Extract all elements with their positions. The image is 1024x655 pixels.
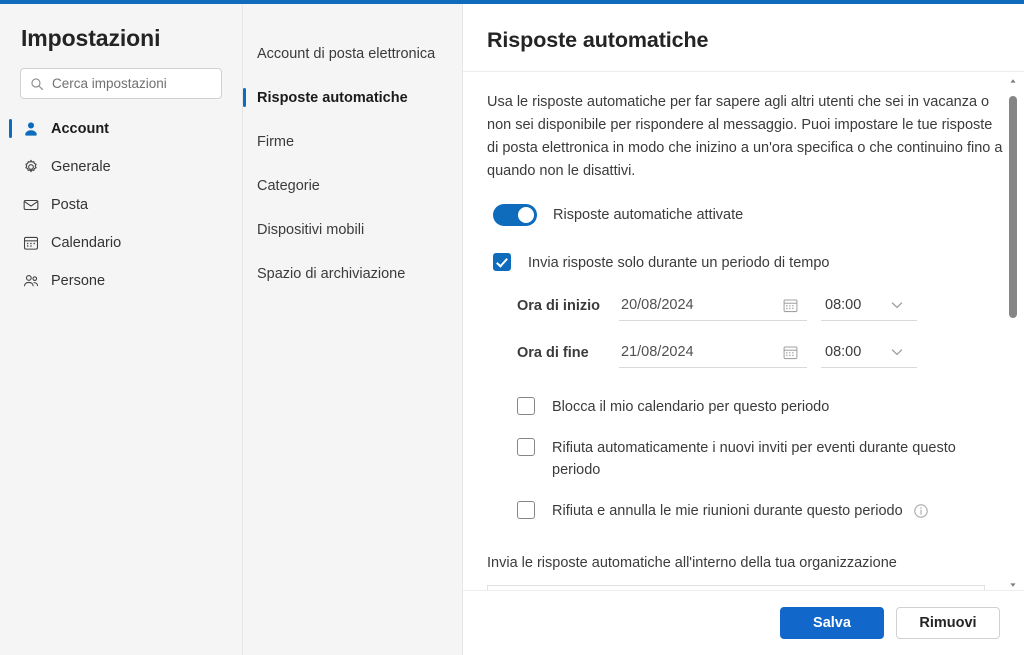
main-title: Risposte automatiche bbox=[487, 28, 709, 52]
scrollbar-thumb[interactable] bbox=[1009, 96, 1017, 318]
sidebar-item-label: Persone bbox=[51, 273, 106, 289]
main-content-panel: Risposte automatiche Usa le risposte aut… bbox=[463, 4, 1024, 655]
auto-replies-toggle-row: Risposte automatiche attivate bbox=[487, 204, 984, 226]
decline-invites-row: Rifiuta automaticamente i nuovi inviti p… bbox=[511, 437, 984, 481]
subnav-item-label: Risposte automatiche bbox=[257, 90, 408, 106]
end-time-select[interactable]: 08:00 bbox=[821, 337, 917, 368]
start-date-input[interactable]: 20/08/2024 bbox=[619, 290, 807, 321]
decline-cancel-meetings-label: Rifiuta e annulla le mie riunioni durant… bbox=[552, 503, 903, 519]
window-body: Impostazioni Cerca impostazioni Account … bbox=[0, 4, 1024, 655]
sidebar-item-label: Generale bbox=[51, 159, 111, 175]
decline-cancel-meetings-row: Rifiuta e annulla le mie riunioni durant… bbox=[511, 500, 984, 522]
content-scrollbar[interactable] bbox=[1006, 74, 1020, 592]
info-icon[interactable] bbox=[913, 503, 929, 519]
start-date-value: 20/08/2024 bbox=[621, 297, 694, 313]
end-time-value: 08:00 bbox=[825, 344, 862, 360]
auto-replies-toggle-label: Risposte automatiche attivate bbox=[553, 207, 744, 223]
end-time-row: Ora di fine 21/08/2024 08:00 bbox=[487, 337, 984, 368]
subnav-item-label: Account di posta elettronica bbox=[257, 46, 436, 62]
subnav-item-label: Dispositivi mobili bbox=[257, 222, 365, 238]
subnav-item-label: Spazio di archiviazione bbox=[257, 266, 406, 282]
save-button[interactable]: Salva bbox=[780, 607, 884, 639]
search-icon bbox=[30, 77, 44, 91]
start-time-label: Ora di inizio bbox=[517, 297, 600, 314]
intro-description: Usa le risposte automatiche per far sape… bbox=[487, 94, 1003, 179]
people-icon bbox=[21, 272, 40, 291]
page-title: Impostazioni bbox=[21, 25, 161, 51]
sidebar-item-account[interactable]: Account bbox=[0, 113, 242, 145]
subnav-item-firme[interactable]: Firme bbox=[243, 128, 462, 156]
subnav-item-risposte-automatiche[interactable]: Risposte automatiche bbox=[243, 84, 462, 112]
subnav-item-categorie[interactable]: Categorie bbox=[243, 172, 462, 200]
sidebar-item-persone[interactable]: Persone bbox=[0, 265, 242, 297]
sidebar-item-generale[interactable]: Generale bbox=[0, 151, 242, 183]
sidebar-item-calendario[interactable]: Calendario bbox=[0, 227, 242, 259]
calendar-icon bbox=[21, 234, 40, 253]
account-subnav-panel: Account di posta elettronica Risposte au… bbox=[243, 4, 463, 655]
action-footer: Salva Rimuovi bbox=[463, 590, 1024, 655]
calendar-icon[interactable] bbox=[782, 297, 799, 314]
subnav-item-spazio-di-archiviazione[interactable]: Spazio di archiviazione bbox=[243, 260, 462, 288]
internal-replies-label: Invia le risposte automatiche all'intern… bbox=[487, 555, 897, 571]
end-date-input[interactable]: 21/08/2024 bbox=[619, 337, 807, 368]
settings-nav-list: Account Generale Posta Calendario Person… bbox=[0, 113, 242, 297]
auto-replies-toggle[interactable] bbox=[493, 204, 537, 226]
settings-nav-panel: Impostazioni Cerca impostazioni Account … bbox=[0, 4, 243, 655]
scrollbar-track[interactable] bbox=[1009, 90, 1017, 576]
block-calendar-checkbox[interactable] bbox=[517, 397, 535, 415]
person-icon bbox=[21, 120, 40, 139]
block-calendar-label: Blocca il mio calendario per questo peri… bbox=[552, 399, 830, 415]
sidebar-item-label: Account bbox=[51, 121, 109, 137]
subnav-item-account-di-posta-elettronica[interactable]: Account di posta elettronica bbox=[243, 40, 462, 68]
end-date-value: 21/08/2024 bbox=[621, 344, 694, 360]
sidebar-item-label: Posta bbox=[51, 197, 89, 213]
end-time-label: Ora di fine bbox=[517, 344, 589, 361]
time-period-checkbox-row: Invia risposte solo durante un periodo d… bbox=[487, 252, 984, 274]
scrollbar-up-arrow[interactable] bbox=[1006, 74, 1020, 88]
settings-window: Impostazioni Cerca impostazioni Account … bbox=[0, 0, 1024, 655]
chevron-down-icon bbox=[889, 344, 905, 360]
period-options-group: Blocca il mio calendario per questo peri… bbox=[487, 396, 984, 522]
gear-icon bbox=[21, 158, 40, 177]
calendar-icon[interactable] bbox=[782, 344, 799, 361]
decline-invites-label: Rifiuta automaticamente i nuovi inviti p… bbox=[552, 440, 956, 478]
chevron-down-icon bbox=[889, 297, 905, 313]
sidebar-item-posta[interactable]: Posta bbox=[0, 189, 242, 221]
remove-button[interactable]: Rimuovi bbox=[896, 607, 1000, 639]
subnav-item-label: Firme bbox=[257, 134, 295, 150]
search-input[interactable] bbox=[52, 76, 212, 91]
time-period-checkbox[interactable] bbox=[493, 253, 511, 271]
sidebar-item-label: Calendario bbox=[51, 235, 122, 251]
block-calendar-row: Blocca il mio calendario per questo peri… bbox=[511, 396, 984, 418]
search-box[interactable] bbox=[20, 68, 222, 99]
time-period-checkbox-label: Invia risposte solo durante un periodo d… bbox=[528, 255, 830, 271]
decline-invites-checkbox[interactable] bbox=[517, 438, 535, 456]
subnav-item-dispositivi-mobili[interactable]: Dispositivi mobili bbox=[243, 216, 462, 244]
decline-cancel-meetings-checkbox[interactable] bbox=[517, 501, 535, 519]
start-time-value: 08:00 bbox=[825, 297, 862, 313]
settings-scroll-area: Usa le risposte automatiche per far sape… bbox=[463, 72, 1024, 594]
subnav-item-label: Categorie bbox=[257, 178, 320, 194]
start-time-select[interactable]: 08:00 bbox=[821, 290, 917, 321]
envelope-icon bbox=[21, 196, 40, 215]
start-time-row: Ora di inizio 20/08/2024 08:00 bbox=[487, 290, 984, 321]
toggle-knob bbox=[518, 207, 534, 223]
